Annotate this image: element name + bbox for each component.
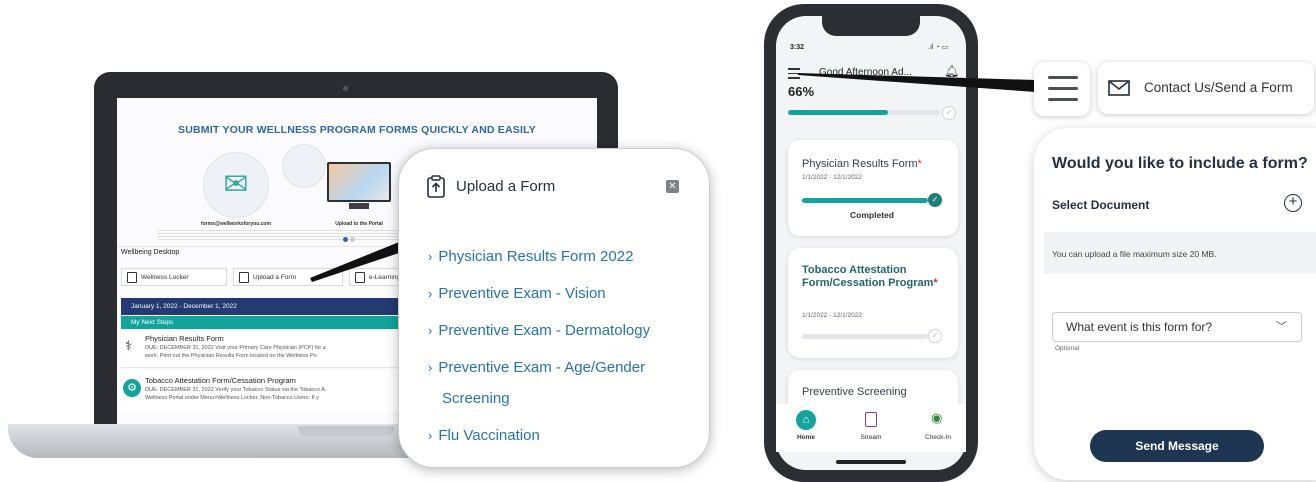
- laptop-trackpad-notch: [298, 426, 394, 436]
- task-card[interactable]: [788, 140, 958, 236]
- wellbeing-desktop-label: Wellbeing Desktop: [121, 249, 180, 256]
- location-pin-icon[interactable]: ◉: [931, 410, 942, 426]
- close-icon[interactable]: ✕: [666, 180, 679, 193]
- progress-track: [788, 110, 940, 115]
- form-panel-title: Would you like to include a form?: [1052, 155, 1308, 172]
- envelope-icon: ✉: [223, 168, 249, 201]
- clipboard-upload-icon: [427, 175, 445, 198]
- portal-label: Upload to the Portal: [335, 221, 383, 227]
- upload-note: You can upload a file maximum size 20 MB…: [1052, 249, 1217, 259]
- send-message-button[interactable]: Send Message: [1090, 430, 1264, 462]
- email-label: forms@wellworksforyou.com: [201, 221, 271, 227]
- card-progress-track: [802, 198, 928, 203]
- stethoscope-icon: ⚕: [125, 338, 133, 353]
- portal-preview-circle: [282, 144, 326, 188]
- optional-label: Optional: [1055, 345, 1080, 352]
- chevron-right-icon: ›: [428, 360, 433, 375]
- phone-notch: [822, 16, 920, 36]
- link-flu-vaccination[interactable]: › Flu Vaccination: [428, 427, 540, 444]
- card-dates: 1/1/2022 - 12/1/2022: [802, 174, 862, 181]
- include-form-panel: [1034, 128, 1316, 480]
- status-badge: Completed: [850, 210, 894, 220]
- popup-title: Upload a Form: [456, 178, 556, 195]
- card-dates: 1/1/2022 - 12/1/2022: [802, 312, 862, 319]
- nav-home[interactable]: Home: [786, 434, 826, 441]
- select-document-label: Select Document: [1052, 198, 1150, 212]
- callout-line: [798, 73, 1036, 92]
- contact-us-label: Contact Us/Send a Form: [1144, 80, 1293, 95]
- date-range-bar: January 1, 2022 - December 1, 2022: [121, 298, 421, 315]
- chevron-right-icon: ›: [428, 286, 433, 301]
- card-title: Preventive Screening: [802, 386, 907, 398]
- status-time: 3:32: [790, 44, 805, 51]
- check-icon: ✓: [928, 193, 942, 207]
- progress-fill: [788, 110, 889, 115]
- chevron-right-icon: ›: [428, 249, 433, 264]
- hamburger-menu-icon[interactable]: [1048, 76, 1078, 101]
- add-document-icon[interactable]: +: [1284, 194, 1302, 212]
- card-title: Tobacco Attestation Form/Cessation Progr…: [802, 264, 938, 289]
- list-item[interactable]: ⚕ Physician Results Form DUE: DECEMBER 3…: [121, 330, 421, 368]
- card-title: Physician Results Form*: [802, 158, 922, 170]
- stream-icon[interactable]: [865, 412, 877, 427]
- gear-icon: ⚙: [123, 379, 141, 397]
- status-icons: .ıl ◔ ▭: [928, 44, 949, 51]
- link-preventive-exam-vision[interactable]: › Preventive Exam - Vision: [428, 285, 606, 302]
- chevron-right-icon: ›: [428, 323, 433, 338]
- check-icon: ✓: [942, 106, 956, 120]
- next-steps-bar: My Next Steps: [121, 316, 421, 329]
- email-circle: ✉: [203, 152, 269, 218]
- monitor-icon: [327, 162, 391, 202]
- home-icon[interactable]: ⌂: [796, 410, 816, 430]
- link-preventive-exam-age-gender-cont[interactable]: Screening: [442, 390, 510, 407]
- chevron-down-icon: ﹀: [1276, 321, 1287, 333]
- banner-title: SUBMIT YOUR WELLNESS PROGRAM FORMS QUICK…: [178, 124, 536, 136]
- list-item[interactable]: ⚙ Tobacco Attestation Form/Cessation Pro…: [121, 370, 421, 412]
- document-icon: [127, 271, 137, 283]
- home-indicator: [836, 460, 906, 464]
- clipboard-upload-icon: [239, 271, 249, 283]
- check-icon: ✓: [928, 329, 942, 343]
- envelope-icon: [1108, 80, 1130, 96]
- laptop-camera: [343, 86, 348, 91]
- event-select-placeholder: What event is this form for?: [1066, 320, 1213, 334]
- link-preventive-exam-age-gender[interactable]: › Preventive Exam - Age/Gender: [428, 359, 645, 376]
- wellness-locker-button[interactable]: Wellness Locker: [121, 268, 227, 286]
- link-preventive-exam-dermatology[interactable]: › Preventive Exam - Dermatology: [428, 322, 650, 339]
- link-physician-results-form[interactable]: › Physician Results Form 2022: [428, 248, 633, 265]
- card-progress-track: [802, 334, 928, 339]
- nav-stream[interactable]: Stream: [851, 434, 891, 441]
- chevron-right-icon: ›: [428, 428, 433, 443]
- nav-check-in[interactable]: Check-In: [918, 434, 958, 441]
